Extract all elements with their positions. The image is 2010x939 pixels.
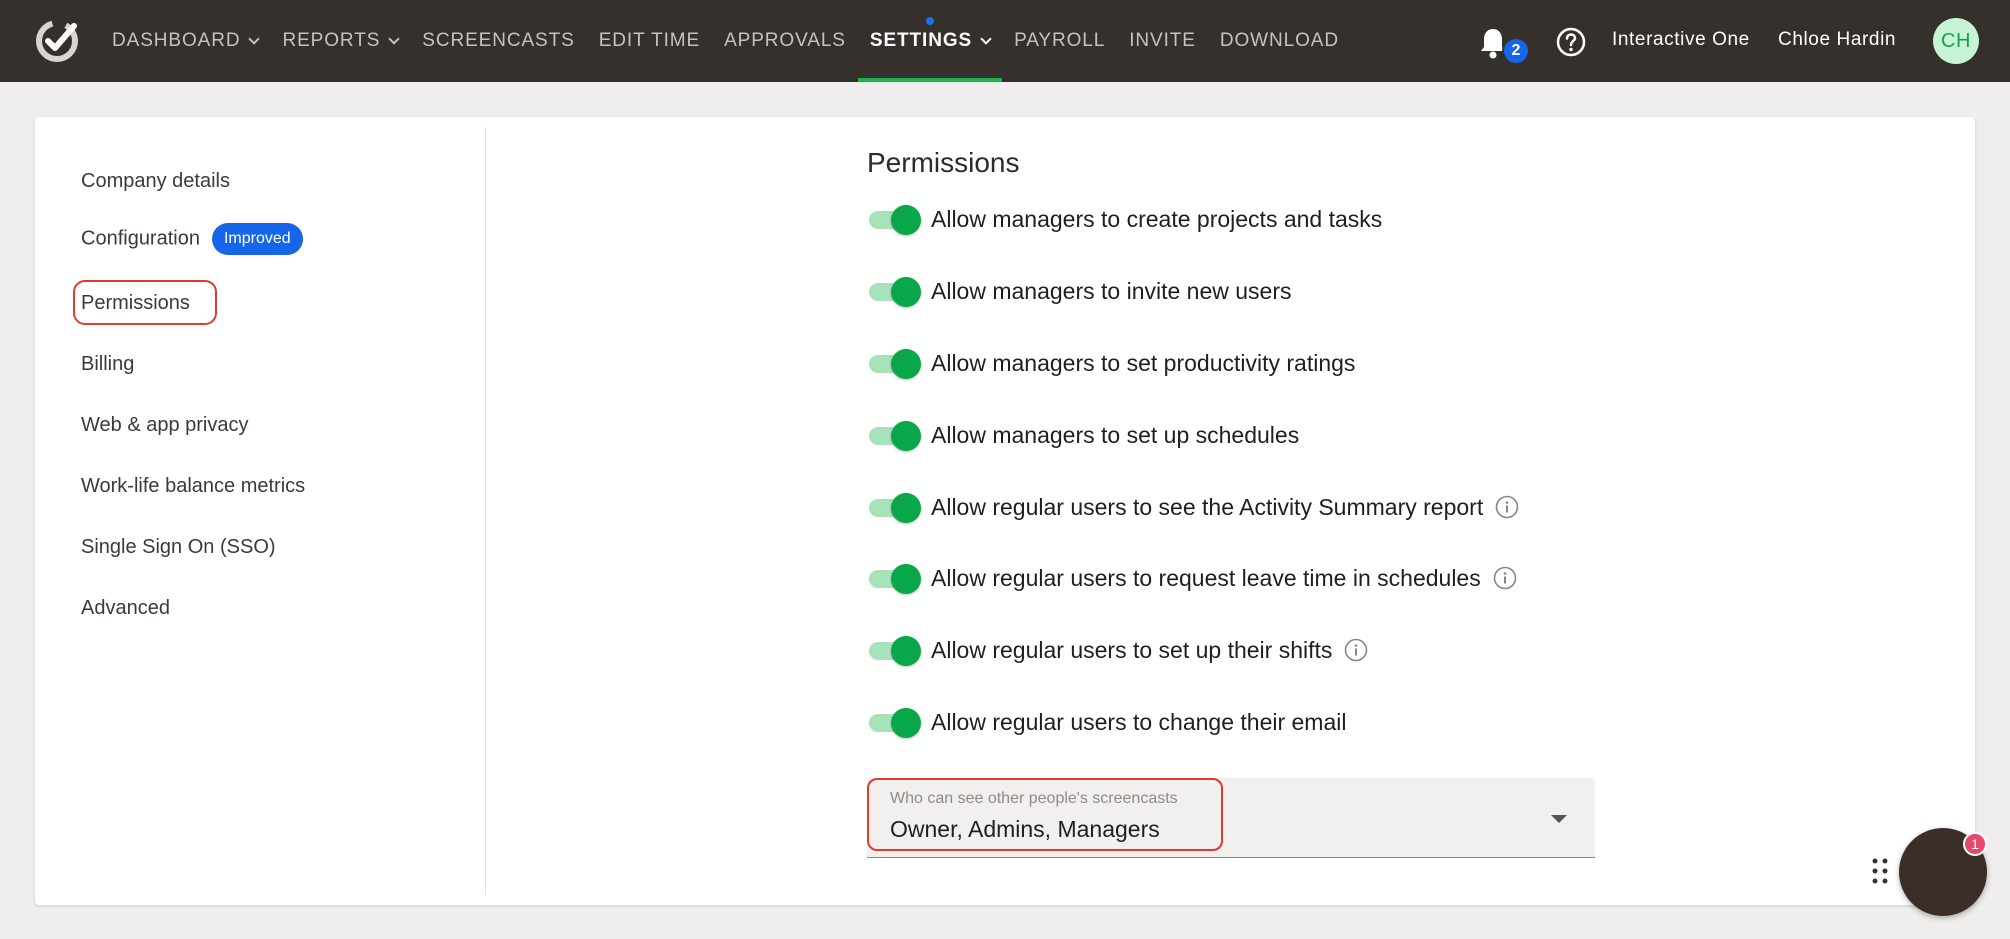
info-icon[interactable] [1495, 495, 1519, 519]
chevron-down-icon [248, 32, 261, 45]
sidebar-item-company-details[interactable]: Company details [81, 170, 230, 193]
company-switcher[interactable]: Interactive One [1612, 29, 1750, 51]
chevron-down-icon [388, 32, 400, 45]
nav-invite[interactable]: INVITE [1117, 0, 1208, 82]
toggle-switch[interactable] [867, 706, 921, 738]
nav-screencasts[interactable]: SCREENCASTS [410, 0, 586, 82]
permission-label: Allow regular users to change their emai… [931, 708, 1347, 735]
toggle-switch[interactable] [867, 562, 921, 594]
user-name[interactable]: Chloe Hardin [1778, 29, 1896, 51]
sidebar-item-configuration[interactable]: Configuration Improved [81, 223, 303, 255]
drag-handle-icon[interactable] [1871, 856, 1889, 886]
screencasts-visibility-select[interactable]: Who can see other people's screencasts O… [867, 778, 1595, 858]
sidebar-item-label: Company details [81, 170, 230, 192]
help-icon[interactable] [1555, 26, 1587, 58]
toggle-thumb [891, 708, 921, 738]
app-logo-icon[interactable] [34, 18, 80, 64]
sidebar-item-label: Web & app privacy [81, 414, 249, 436]
new-indicator-dot [925, 17, 934, 25]
nav-payroll[interactable]: PAYROLL [1002, 0, 1117, 82]
permission-row-create-projects[interactable]: Allow managers to create projects and ta… [867, 203, 1382, 235]
permission-row-productivity-ratings[interactable]: Allow managers to set productivity ratin… [867, 347, 1355, 379]
toggle-thumb [891, 636, 921, 666]
nav-label: DASHBOARD [112, 30, 241, 51]
nav-approvals[interactable]: APPROVALS [712, 0, 858, 82]
nav-label: EDIT TIME [598, 30, 701, 51]
nav-label: DOWNLOAD [1219, 30, 1339, 51]
nav-dashboard[interactable]: DASHBOARD [100, 0, 270, 82]
permission-row-leave-time[interactable]: Allow regular users to request leave tim… [867, 562, 1517, 594]
select-floating-label: Who can see other people's screencasts [890, 790, 1178, 807]
nav-label: REPORTS [282, 30, 381, 51]
nav-edit-time[interactable]: EDIT TIME [587, 0, 712, 82]
sidebar-item-label: Billing [81, 353, 135, 375]
nav-label: INVITE [1129, 30, 1196, 51]
nav-reports[interactable]: REPORTS [270, 0, 410, 82]
permission-label: Allow managers to set productivity ratin… [931, 349, 1356, 376]
toggle-switch[interactable] [867, 347, 921, 379]
permission-row-activity-summary[interactable]: Allow regular users to see the Activity … [867, 491, 1519, 523]
avatar[interactable]: CH [1933, 18, 1979, 64]
sidebar-item-label: Advanced [81, 597, 170, 619]
nav-label: SCREENCASTS [422, 30, 575, 51]
select-value: Owner, Admins, Managers [890, 816, 1160, 842]
toggle-thumb [891, 349, 921, 379]
toggle-switch[interactable] [867, 203, 921, 235]
top-navigation-bar: DASHBOARD REPORTS SCREENCASTS EDIT TIME … [0, 0, 2010, 82]
nav-label: APPROVALS [724, 30, 846, 51]
permission-label: Allow managers to set up schedules [931, 421, 1300, 448]
sidebar-item-label: Work-life balance metrics [81, 475, 306, 497]
toggle-switch[interactable] [867, 419, 921, 451]
permission-label: Allow regular users to request leave tim… [931, 564, 1481, 591]
permission-label: Allow managers to invite new users [931, 277, 1292, 304]
info-icon[interactable] [1344, 638, 1368, 662]
page-title: Permissions [867, 147, 1020, 178]
permission-label: Allow regular users to see the Activity … [931, 493, 1484, 520]
permission-row-change-email[interactable]: Allow regular users to change their emai… [867, 706, 1346, 738]
chevron-down-icon [980, 32, 992, 45]
toggle-switch[interactable] [867, 634, 921, 666]
sidebar-item-label: Permissions [81, 292, 190, 314]
toggle-thumb [891, 277, 921, 307]
nav-download[interactable]: DOWNLOAD [1208, 0, 1351, 82]
sidebar-item-billing[interactable]: Billing [81, 353, 134, 376]
notification-count-badge: 2 [1502, 37, 1530, 65]
info-icon[interactable] [1493, 566, 1517, 590]
nav-label: PAYROLL [1014, 30, 1106, 51]
nav-label: SETTINGS [869, 30, 973, 51]
active-tab-indicator [857, 78, 1003, 82]
permission-row-schedules[interactable]: Allow managers to set up schedules [867, 419, 1299, 451]
toggle-thumb [891, 564, 921, 594]
sidebar-item-advanced[interactable]: Advanced [81, 597, 170, 620]
nav-settings[interactable]: SETTINGS [857, 0, 1003, 82]
permission-row-invite-users[interactable]: Allow managers to invite new users [867, 275, 1292, 307]
improved-badge: Improved [211, 223, 303, 255]
sidebar-item-work-life-balance[interactable]: Work-life balance metrics [81, 475, 305, 498]
toggle-switch[interactable] [867, 491, 921, 523]
sidebar-item-web-app-privacy[interactable]: Web & app privacy [81, 414, 249, 437]
toggle-thumb [891, 205, 921, 235]
settings-card: Company details Configuration Improved Pe… [35, 117, 1975, 905]
dropdown-arrow-icon [1551, 815, 1567, 823]
permission-row-shifts[interactable]: Allow regular users to set up their shif… [867, 634, 1368, 666]
sidebar-item-label: Configuration [81, 227, 200, 250]
permission-label: Allow regular users to set up their shif… [931, 636, 1333, 663]
sidebar-item-label: Single Sign On (SSO) [81, 536, 276, 558]
toggle-thumb [891, 493, 921, 523]
toggle-thumb [891, 421, 921, 451]
permission-label: Allow managers to create projects and ta… [931, 205, 1383, 232]
main-nav: DASHBOARD REPORTS SCREENCASTS EDIT TIME … [100, 0, 1351, 82]
sidebar-item-permissions[interactable]: Permissions [81, 292, 190, 315]
sidebar-item-sso[interactable]: Single Sign On (SSO) [81, 536, 276, 559]
toggle-switch[interactable] [867, 275, 921, 307]
chat-unread-badge: 1 [1963, 832, 1987, 856]
settings-sidebar: Company details Configuration Improved Pe… [35, 127, 486, 895]
